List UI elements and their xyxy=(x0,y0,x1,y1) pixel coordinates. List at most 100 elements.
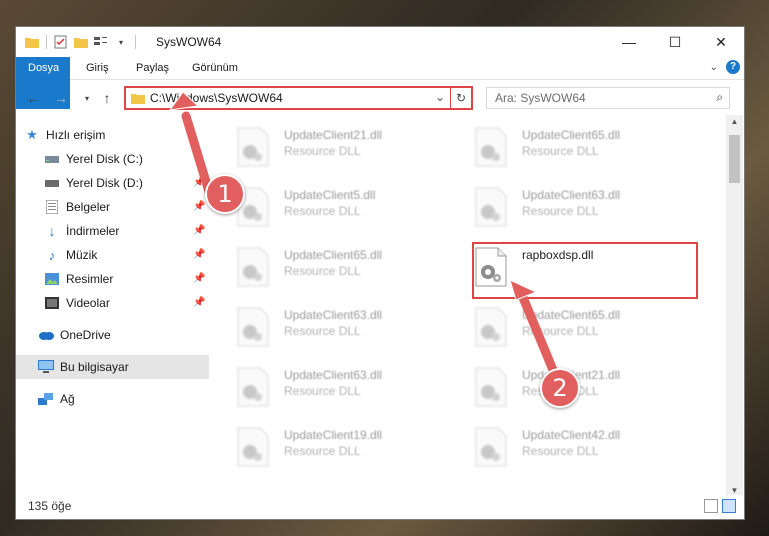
address-dropdown-icon[interactable]: ⌄ xyxy=(435,90,445,104)
dll-file-icon xyxy=(236,127,270,167)
file-name: UpdateClient19.dll xyxy=(284,428,383,442)
sidebar-item-label: Resimler xyxy=(66,272,114,286)
sidebar-item-label: Bu bilgisayar xyxy=(60,360,129,374)
close-button[interactable]: ✕ xyxy=(698,27,744,57)
sidebar-item-label: Belgeler xyxy=(66,200,111,214)
file-type: Resource DLL xyxy=(284,384,361,398)
sidebar-item-label: Hızlı erişim xyxy=(46,128,106,142)
recent-locations-icon[interactable]: ▾ xyxy=(78,89,96,107)
address-bar[interactable]: C:\Windows\SysWOW64 ⌄ ↻ xyxy=(124,86,473,110)
properties-icon[interactable] xyxy=(53,34,69,50)
forward-arrow-icon[interactable]: → xyxy=(52,89,70,107)
search-icon[interactable]: ⌕ xyxy=(716,90,723,105)
file-type: Resource DLL xyxy=(284,144,361,158)
file-name: UpdateClient65.dll xyxy=(522,128,621,142)
file-item[interactable]: UpdateClient19.dll Resource DLL xyxy=(216,421,446,473)
expand-ribbon-icon[interactable]: ⌄ xyxy=(710,62,718,73)
sidebar-item-downloads[interactable]: ↓ İndirmeler 📌 xyxy=(44,219,209,243)
documents-icon xyxy=(44,199,60,215)
file-item[interactable]: UpdateClient42.dll Resource DLL xyxy=(454,421,684,473)
customize-toolbar-icon[interactable] xyxy=(93,34,109,50)
file-item[interactable]: UpdateClient63.dll Resource DLL xyxy=(454,181,684,233)
dll-file-icon xyxy=(474,427,508,467)
sidebar-item-music[interactable]: ♪ Müzik 📌 xyxy=(44,243,209,267)
star-icon: ★ xyxy=(26,127,38,142)
file-item[interactable]: UpdateClient65.dll Resource DLL xyxy=(454,301,684,353)
file-item[interactable]: UpdateClient5.dll Resource DLL xyxy=(216,181,446,233)
file-item[interactable]: UpdateClient65.dll Resource DLL xyxy=(216,241,446,293)
file-name: UpdateClient63.dll xyxy=(522,188,621,202)
search-input[interactable]: Ara: SysWOW64 ⌕ xyxy=(486,87,730,109)
drive-icon xyxy=(44,175,60,191)
dll-file-icon xyxy=(236,427,270,467)
highlight-box xyxy=(472,242,698,299)
sidebar-item-disk-d[interactable]: Yerel Disk (D:) 📌 xyxy=(44,171,209,195)
sidebar-item-onedrive[interactable]: OneDrive xyxy=(38,323,209,347)
music-icon: ♪ xyxy=(48,247,56,263)
pin-icon[interactable]: 📌 xyxy=(193,201,205,212)
sidebar-item-videos[interactable]: Videolar 📌 xyxy=(44,291,209,315)
file-name: UpdateClient63.dll xyxy=(284,308,383,322)
view-switcher xyxy=(704,499,736,513)
sidebar-item-pictures[interactable]: Resimler 📌 xyxy=(44,267,209,291)
network-icon xyxy=(38,391,54,407)
back-arrow-icon[interactable]: ← xyxy=(24,89,42,107)
window-controls: — ☐ ✕ xyxy=(606,27,744,57)
chevron-down-icon[interactable]: ▾ xyxy=(113,34,129,50)
cloud-icon xyxy=(38,327,54,343)
pin-icon[interactable]: 📌 xyxy=(193,225,205,236)
file-item[interactable]: UpdateClient63.dll Resource DLL xyxy=(216,361,446,413)
dll-file-icon xyxy=(474,307,508,347)
pin-icon[interactable]: 📌 xyxy=(193,297,205,308)
file-type: Resource DLL xyxy=(522,204,599,218)
minimize-button[interactable]: — xyxy=(606,27,652,57)
dll-file-icon xyxy=(236,247,270,287)
sidebar-item-disk-c[interactable]: Yerel Disk (C:) xyxy=(44,147,209,171)
tab-view[interactable]: Görünüm xyxy=(180,57,250,79)
dll-file-icon xyxy=(474,187,508,227)
download-icon: ↓ xyxy=(48,223,56,239)
pin-icon[interactable]: 📌 xyxy=(193,273,205,284)
file-type: Resource DLL xyxy=(284,264,361,278)
file-type: Resource DLL xyxy=(284,204,361,218)
up-arrow-icon[interactable]: ↑ xyxy=(98,89,116,107)
dll-file-icon xyxy=(236,307,270,347)
file-type: Resource DLL xyxy=(284,324,361,338)
step-badge-1: 1 xyxy=(205,174,245,214)
file-item[interactable]: UpdateClient21.dll Resource DLL xyxy=(216,121,446,173)
file-type: Resource DLL xyxy=(522,444,599,458)
address-path[interactable]: C:\Windows\SysWOW64 xyxy=(150,91,283,105)
tiles-view-icon[interactable] xyxy=(722,499,736,513)
address-row: ← → ▾ ↑ C:\Windows\SysWOW64 ⌄ ↻ Ara: Sys… xyxy=(16,83,744,113)
pictures-icon xyxy=(44,271,60,287)
file-name: UpdateClient5.dll xyxy=(284,188,376,202)
tab-home[interactable]: Giriş xyxy=(74,57,121,79)
file-item[interactable]: UpdateClient63.dll Resource DLL xyxy=(216,301,446,353)
file-item[interactable]: UpdateClient65.dll Resource DLL xyxy=(454,121,684,173)
refresh-icon[interactable]: ↻ xyxy=(450,88,471,108)
file-name: UpdateClient21.dll xyxy=(284,128,383,142)
details-view-icon[interactable] xyxy=(704,499,718,513)
scrollbar-thumb[interactable] xyxy=(729,135,740,183)
sidebar-item-documents[interactable]: Belgeler 📌 xyxy=(44,195,209,219)
sidebar-item-this-pc[interactable]: Bu bilgisayar xyxy=(16,355,209,379)
tab-share[interactable]: Paylaş xyxy=(124,57,181,79)
folder-icon[interactable] xyxy=(24,34,40,50)
sidebar-item-network[interactable]: Ağ xyxy=(38,387,209,411)
sidebar-item-label: Ağ xyxy=(60,392,75,406)
pin-icon[interactable]: 📌 xyxy=(193,177,205,188)
scroll-down-icon[interactable]: ▼ xyxy=(726,486,743,495)
pin-icon[interactable]: 📌 xyxy=(193,249,205,260)
sidebar-item-quick-access[interactable]: ★ Hızlı erişim xyxy=(24,123,217,147)
file-name: UpdateClient42.dll xyxy=(522,428,621,442)
new-folder-icon[interactable] xyxy=(73,34,89,50)
dll-file-icon xyxy=(474,367,508,407)
help-icon[interactable]: ? xyxy=(726,60,740,74)
sidebar-item-label: OneDrive xyxy=(60,328,111,342)
file-name: UpdateClient65.dll xyxy=(522,308,621,322)
maximize-button[interactable]: ☐ xyxy=(652,27,698,57)
scroll-up-icon[interactable]: ▲ xyxy=(726,117,743,126)
drive-icon xyxy=(44,151,60,167)
title-bar: ▾ SysWOW64 — ☐ ✕ xyxy=(16,27,744,57)
vertical-scrollbar[interactable]: ▲ ▼ xyxy=(726,115,743,497)
